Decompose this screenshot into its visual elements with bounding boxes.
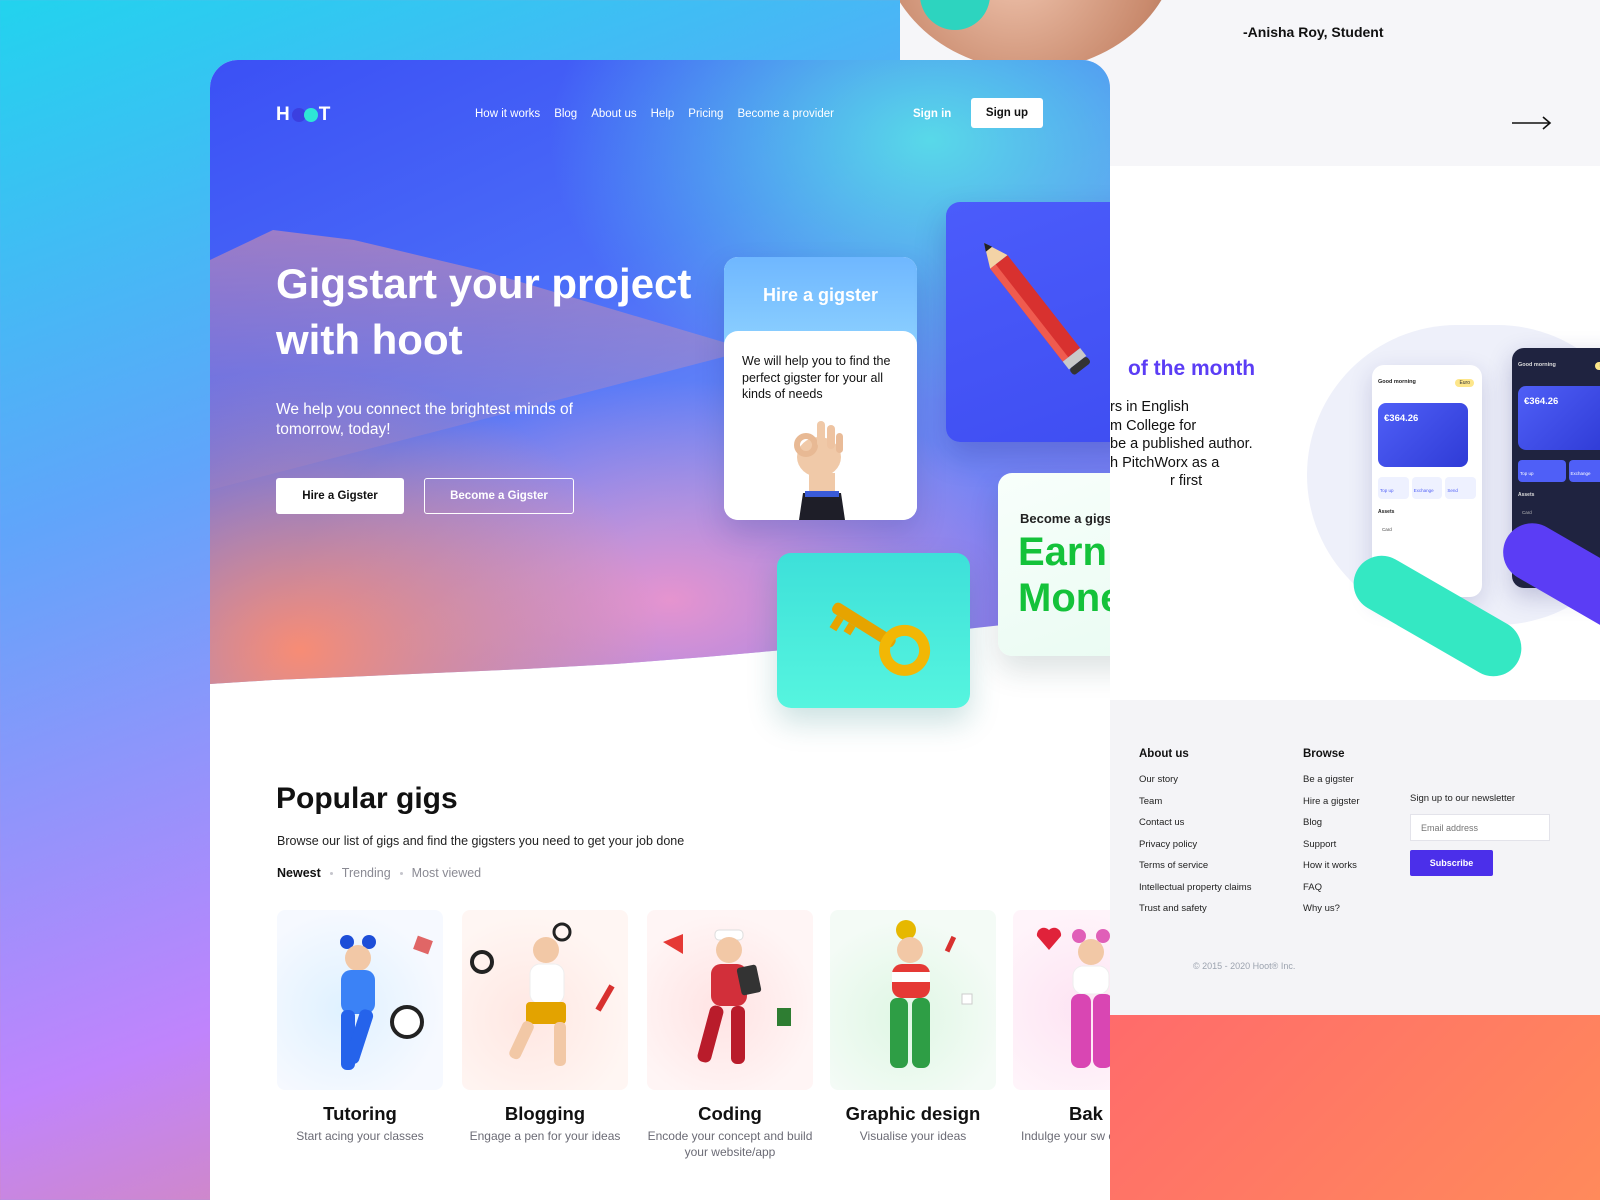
ok-hand-icon: [794, 421, 845, 520]
newsletter-label: Sign up to our newsletter: [1410, 793, 1516, 804]
pencil-card: [946, 202, 1110, 442]
footer-link[interactable]: Contact us: [1139, 817, 1251, 839]
footer-link[interactable]: Hire a gigster: [1303, 796, 1360, 818]
nav-become-provider[interactable]: Become a provider: [737, 108, 834, 120]
hero-subtitle: We help you connect the brightest minds …: [276, 401, 573, 438]
earn-card-headline: Earn Money: [1018, 530, 1110, 620]
main-nav: How it works Blog About us Help Pricing …: [475, 108, 834, 120]
gig-illustration: [462, 910, 628, 1090]
footer-about-title: About us: [1139, 748, 1189, 760]
gig-title: Graphic design: [845, 1103, 981, 1124]
pencil-icon: [984, 242, 1090, 375]
nav-how-it-works[interactable]: How it works: [475, 108, 540, 120]
key-card: [777, 553, 970, 708]
gig-illustration: [1013, 910, 1110, 1090]
gig-description: Engage a pen for your ideas: [469, 1129, 621, 1143]
hire-card-title: Hire a gigster: [762, 285, 879, 305]
gig-title: Bak: [1069, 1103, 1103, 1124]
nav-help[interactable]: Help: [651, 108, 675, 120]
copyright-text: © 2015 - 2020 Hoot® Inc.: [1193, 961, 1296, 971]
footer-browse-links: Be a gigster Hire a gigster Blog Support…: [1303, 774, 1360, 925]
feature-text: rs in English m College for be a publish…: [1110, 399, 1253, 489]
gig-title: Tutoring: [323, 1103, 397, 1124]
gig-description: Indulge your sw cakes and past: [1021, 1129, 1110, 1143]
newsletter-email-input[interactable]: [1410, 814, 1550, 841]
footer-link[interactable]: Why us?: [1303, 903, 1360, 925]
nav-pricing[interactable]: Pricing: [688, 108, 723, 120]
nav-about-us[interactable]: About us: [591, 108, 636, 120]
hoot-logo[interactable]: HT: [276, 104, 331, 126]
footer-link[interactable]: Our story: [1139, 774, 1251, 796]
nav-blog[interactable]: Blog: [554, 108, 577, 120]
landing-page-card: HT How it works Blog About us Help Prici…: [210, 60, 1110, 1200]
gig-illustration: [830, 910, 996, 1090]
gig-illustration: [277, 910, 443, 1090]
background-gradient-corner: [1110, 1015, 1600, 1200]
earn-money-card[interactable]: Become a gigster and Earn Money: [998, 473, 1110, 656]
sign-up-button[interactable]: Sign up: [971, 98, 1043, 128]
subscribe-button[interactable]: Subscribe: [1410, 850, 1493, 876]
popular-gigs-title: Popular gigs: [276, 782, 458, 815]
tab-most-viewed[interactable]: Most viewed: [412, 866, 481, 880]
footer-link[interactable]: Be a gigster: [1303, 774, 1360, 796]
gig-description: Visualise your ideas: [859, 1129, 967, 1143]
footer-about-links: Our story Team Contact us Privacy policy…: [1139, 774, 1251, 925]
popular-gigs-subtitle: Browse our list of gigs and find the gig…: [277, 834, 685, 848]
footer-link[interactable]: Blog: [1303, 817, 1360, 839]
sign-in-link[interactable]: Sign in: [913, 108, 951, 120]
key-icon: [829, 602, 931, 676]
gig-description: Start acing your classes: [296, 1129, 424, 1143]
hire-card-text: We will help you to find the perfect gig…: [742, 354, 891, 401]
gig-title: Blogging: [504, 1103, 586, 1124]
footer-link[interactable]: How it works: [1303, 860, 1360, 882]
hero-title: Gigstart your project with hoot: [276, 260, 692, 363]
arrow-right-icon[interactable]: [1510, 114, 1554, 132]
footer-browse-title: Browse: [1303, 748, 1345, 760]
become-gigster-button[interactable]: Become a Gigster: [424, 478, 574, 514]
footer-link[interactable]: Team: [1139, 796, 1251, 818]
testimonial-author: -Anisha Roy, Student: [1243, 24, 1384, 40]
earn-card-caption: Become a gigster and: [1020, 511, 1110, 526]
gig-description: Encode your concept and build your websi…: [647, 1129, 813, 1159]
footer-link[interactable]: FAQ: [1303, 882, 1360, 904]
tab-newest[interactable]: Newest: [277, 866, 321, 880]
gig-title: Coding: [698, 1103, 762, 1124]
feature-heading: of the month: [1128, 357, 1256, 380]
hire-gigster-card[interactable]: Hire a gigster We will help you to find …: [724, 257, 917, 520]
footer-link[interactable]: Privacy policy: [1139, 839, 1251, 861]
footer-link[interactable]: Terms of service: [1139, 860, 1251, 882]
tab-trending[interactable]: Trending: [342, 866, 391, 880]
gig-illustration: [647, 910, 813, 1090]
gig-filter-tabs: Newest Trending Most viewed: [277, 866, 481, 880]
footer-link[interactable]: Support: [1303, 839, 1360, 861]
footer-link[interactable]: Trust and safety: [1139, 903, 1251, 925]
footer-link[interactable]: Intellectual property claims: [1139, 882, 1251, 904]
hire-gigster-button[interactable]: Hire a Gigster: [276, 478, 404, 514]
